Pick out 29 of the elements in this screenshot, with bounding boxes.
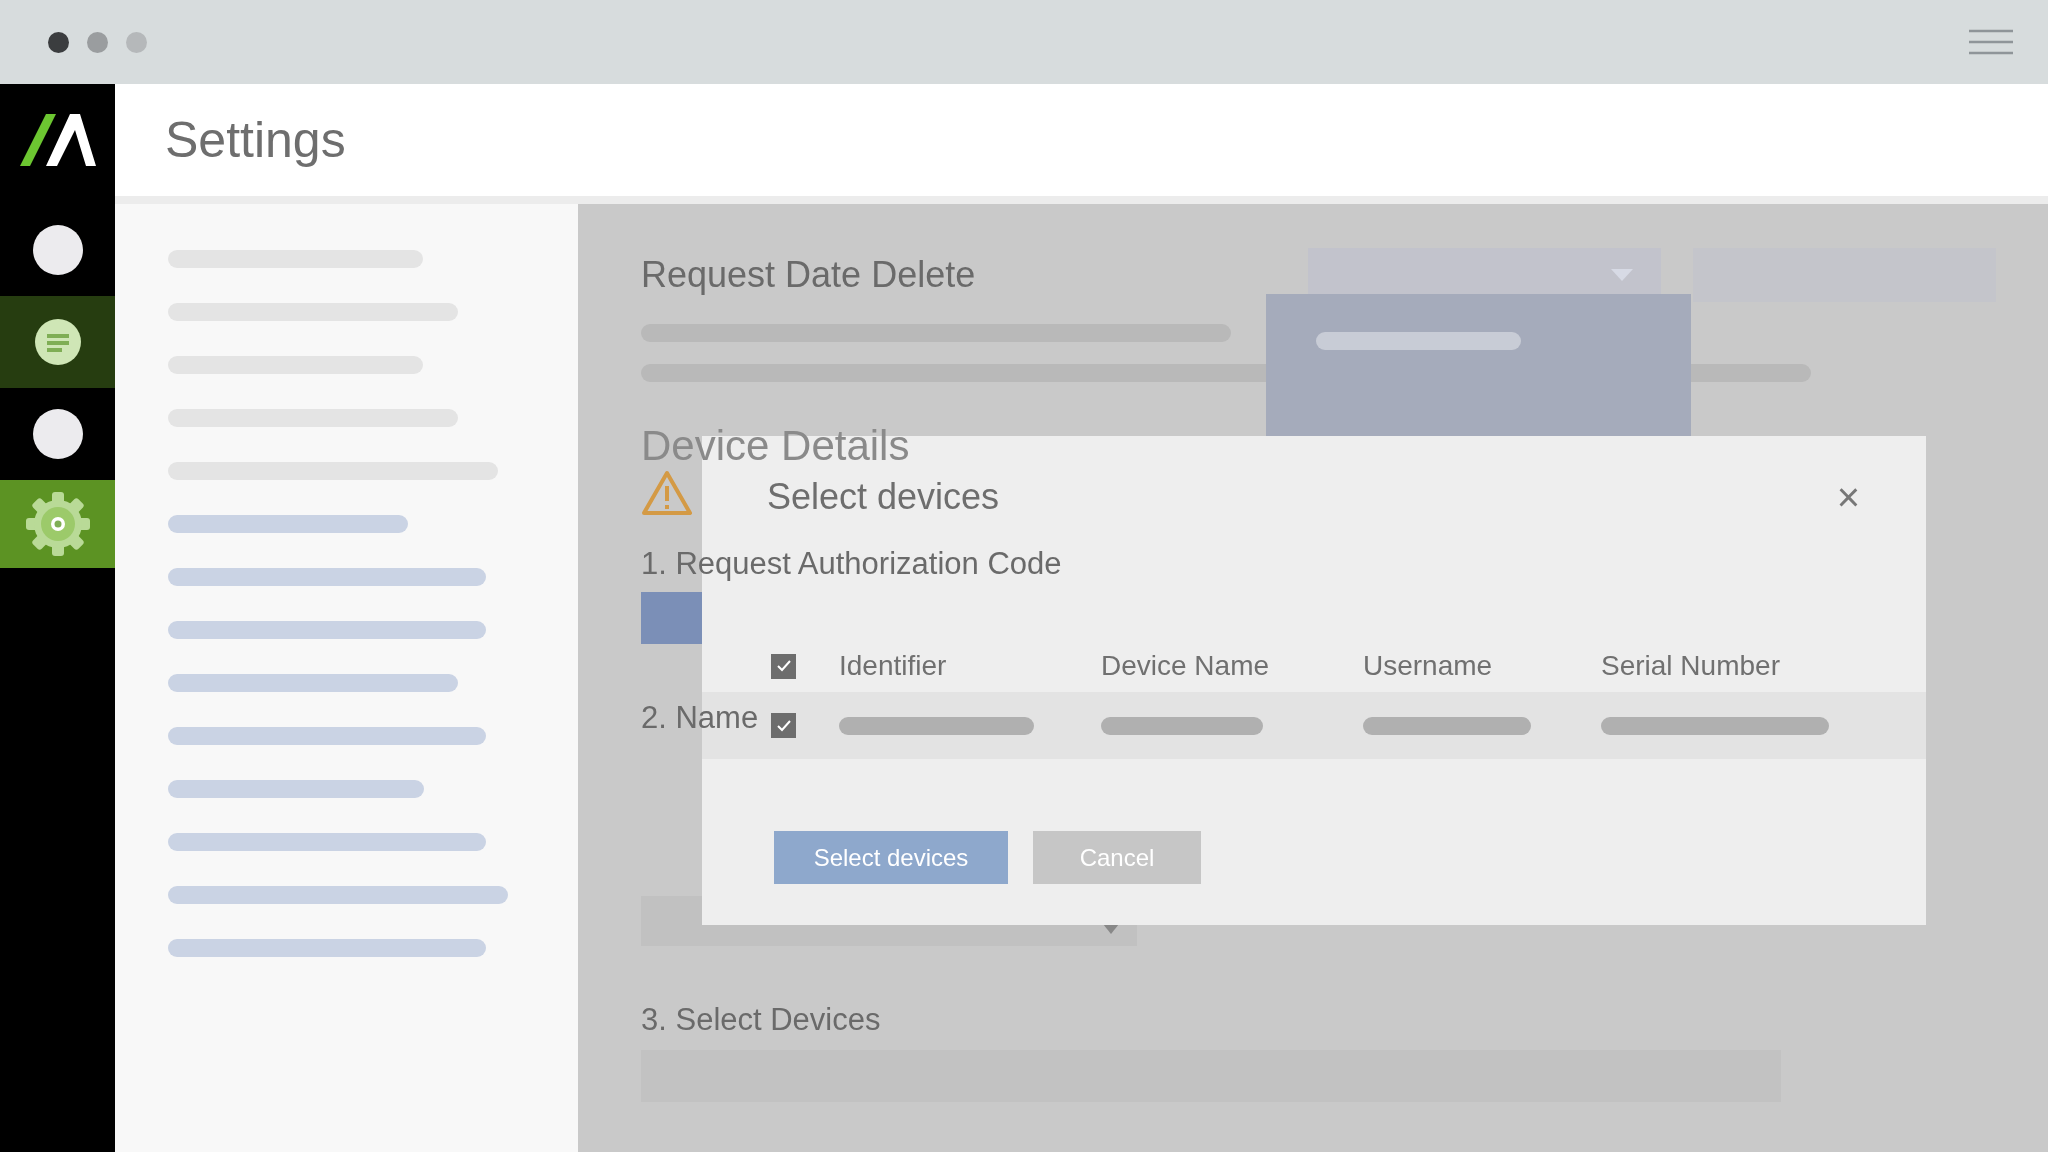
column-header: Serial Number xyxy=(1601,650,1781,682)
step-title: 1. Request Authorization Code xyxy=(641,546,1062,582)
page-heading: Request Date Delete xyxy=(641,254,976,296)
warning-icon xyxy=(641,470,693,516)
window-zoom-dot[interactable] xyxy=(126,31,147,53)
column-header: Identifier xyxy=(839,650,948,682)
menu-icon[interactable] xyxy=(1968,29,2014,55)
checkbox[interactable] xyxy=(771,713,796,738)
dialog-title: Select devices xyxy=(767,476,1000,518)
page-title: Settings xyxy=(165,111,346,169)
nav-item[interactable] xyxy=(0,296,115,388)
close-button[interactable]: × xyxy=(1830,477,1866,517)
step-title: 3. Select Devices xyxy=(641,1002,881,1038)
checkmark-icon xyxy=(775,659,792,673)
document-icon xyxy=(33,318,82,366)
circle-icon xyxy=(32,225,83,275)
column-header: Username xyxy=(1363,650,1494,682)
section-title: Device Details xyxy=(641,422,910,470)
column-header: Device Name xyxy=(1101,650,1271,682)
logo-icon xyxy=(19,114,96,166)
cancel-button[interactable]: Cancel xyxy=(1033,831,1201,884)
window-close-dot[interactable] xyxy=(48,31,69,53)
circle-icon xyxy=(32,409,83,459)
checkbox[interactable] xyxy=(771,653,796,679)
step-title: 2. Name xyxy=(641,700,759,736)
checkmark-icon xyxy=(775,718,792,733)
caret-icon xyxy=(1611,269,1633,281)
window-minimize-dot[interactable] xyxy=(87,31,108,53)
confirm-button[interactable]: Select devices xyxy=(774,831,1008,884)
